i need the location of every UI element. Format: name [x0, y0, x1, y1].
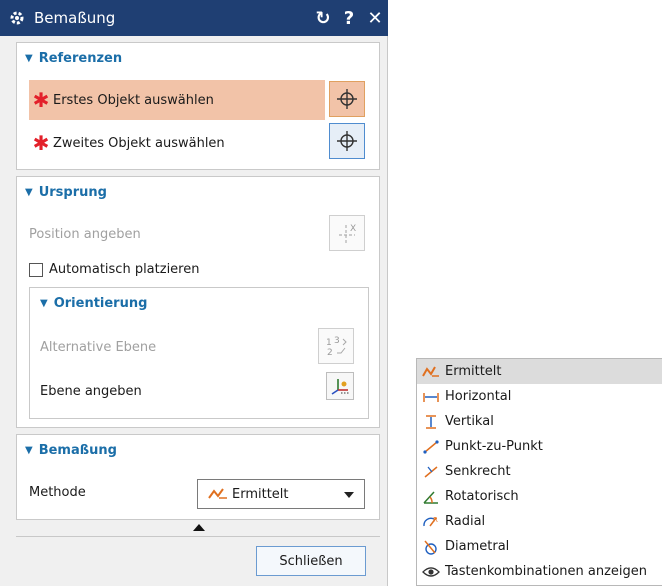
dropdown-item-label: Rotatorisch: [445, 489, 519, 504]
vertical-icon: [421, 413, 441, 431]
help-button[interactable]: ?: [336, 0, 362, 36]
method-label: Methode: [29, 485, 86, 500]
dropdown-item-label: Punkt-zu-Punkt: [445, 439, 543, 454]
dropdown-item-rotatorisch[interactable]: Rotatorisch: [417, 484, 662, 509]
point-to-point-icon: [421, 438, 441, 456]
gear-icon[interactable]: [0, 10, 34, 26]
dropdown-item-ermittelt[interactable]: Ermittelt: [417, 359, 662, 384]
crosshair-icon: [337, 89, 357, 109]
diametral-icon: [421, 538, 441, 556]
first-object-label-row: ✱ Erstes Objekt auswählen: [29, 90, 214, 110]
section-title: Referenzen: [38, 50, 123, 66]
section-header-ursprung[interactable]: ▼ Ursprung: [17, 177, 379, 207]
dimension-dialog: Bemaßung ↻ ? ✕ ▼ Referenzen ✱ Erstes Obj…: [0, 0, 388, 586]
collapse-triangle-icon: ▼: [25, 186, 33, 198]
select-first-object-button[interactable]: [329, 81, 365, 117]
collapse-triangle-icon: ▼: [25, 444, 33, 456]
collapse-triangle-icon: ▼: [25, 52, 33, 64]
dropdown-item-punkt-zu-punkt[interactable]: Punkt-zu-Punkt: [417, 434, 662, 459]
svg-text:2: 2: [327, 348, 333, 358]
alternate-cycle-icon: 1 32: [326, 336, 347, 358]
method-select[interactable]: Ermittelt: [197, 479, 365, 509]
dropdown-item-vertikal[interactable]: Vertikal: [417, 409, 662, 434]
radial-icon: R: [421, 513, 441, 531]
auto-place-row[interactable]: Automatisch platzieren: [29, 262, 199, 277]
plane-axis-icon: [331, 379, 349, 395]
svg-text:3: 3: [334, 336, 340, 346]
section-header-referenzen[interactable]: ▼ Referenzen: [17, 43, 379, 73]
method-select-value: Ermittelt: [232, 486, 289, 502]
horizontal-icon: [421, 388, 441, 406]
dialog-title: Bemaßung: [34, 9, 116, 27]
divider: [16, 536, 380, 537]
plane-label: Ebene angeben: [40, 384, 142, 399]
section-orientierung: ▼ Orientierung Alternative Ebene 132 Ebe…: [29, 287, 369, 419]
specify-position-button[interactable]: X: [329, 215, 365, 251]
close-button[interactable]: Schließen: [256, 546, 366, 576]
section-header-bemassung[interactable]: ▼ Bemaßung: [17, 435, 379, 465]
dropdown-item-label: Vertikal: [445, 414, 494, 429]
section-title: Bemaßung: [38, 442, 117, 458]
position-cross-icon: X: [339, 224, 356, 243]
auto-place-label: Automatisch platzieren: [49, 262, 200, 277]
dropdown-item-label: Radial: [445, 514, 486, 529]
close-window-button[interactable]: ✕: [362, 0, 388, 36]
dropdown-item-label: Tastenkombinationen anzeigen: [445, 564, 648, 579]
position-label: Position angeben: [29, 227, 141, 242]
auto-place-checkbox[interactable]: [29, 262, 43, 277]
svg-text:X: X: [350, 224, 356, 234]
svg-text:R: R: [433, 516, 438, 524]
required-star-icon: ✱: [32, 88, 50, 112]
section-title: Ursprung: [38, 184, 107, 200]
second-object-label: Zweites Objekt auswählen: [53, 135, 225, 151]
title-bar: Bemaßung ↻ ? ✕: [0, 0, 388, 36]
section-title: Orientierung: [53, 295, 148, 311]
dropdown-item-label: Senkrecht: [445, 464, 511, 479]
alt-plane-label: Alternative Ebene: [40, 340, 157, 355]
dropdown-item-label: Ermittelt: [445, 364, 502, 379]
alternative-plane-button[interactable]: 132: [318, 328, 354, 364]
second-object-label-row[interactable]: ✱ Zweites Objekt auswählen: [29, 133, 225, 153]
dropdown-item-diametral[interactable]: Diametral: [417, 534, 662, 559]
inferred-icon: [421, 363, 441, 381]
rotational-icon: [421, 488, 441, 506]
method-dropdown-list: Ermittelt Horizontal Vertikal Punkt-zu-P…: [416, 358, 662, 586]
collapse-triangle-icon: ▼: [40, 297, 48, 309]
collapse-up-icon[interactable]: [193, 524, 205, 531]
dropdown-item-horizontal[interactable]: Horizontal: [417, 384, 662, 409]
reset-button[interactable]: ↻: [310, 0, 336, 36]
section-bemassung: ▼ Bemaßung Methode Ermittelt: [16, 434, 380, 520]
dropdown-item-radial[interactable]: R Radial: [417, 509, 662, 534]
specify-plane-button[interactable]: [326, 372, 354, 400]
dropdown-item-senkrecht[interactable]: Senkrecht: [417, 459, 662, 484]
section-referenzen: ▼ Referenzen ✱ Erstes Objekt auswählen ✱…: [16, 42, 380, 170]
crosshair-icon: [337, 131, 357, 151]
section-header-orientierung[interactable]: ▼ Orientierung: [30, 288, 368, 318]
svg-text:1: 1: [326, 338, 332, 348]
section-ursprung: ▼ Ursprung Position angeben X Automatisc…: [16, 176, 380, 428]
select-second-object-button[interactable]: [329, 123, 365, 159]
eye-icon: [421, 563, 441, 581]
dropdown-item-shortcuts[interactable]: Tastenkombinationen anzeigen: [417, 559, 662, 584]
dropdown-item-label: Horizontal: [445, 389, 512, 404]
first-object-label: Erstes Objekt auswählen: [53, 92, 214, 108]
required-star-icon: ✱: [32, 131, 50, 155]
chevron-down-icon: [344, 492, 354, 498]
perpendicular-icon: [421, 463, 441, 481]
dropdown-item-label: Diametral: [445, 539, 510, 554]
inferred-icon: [208, 488, 227, 499]
